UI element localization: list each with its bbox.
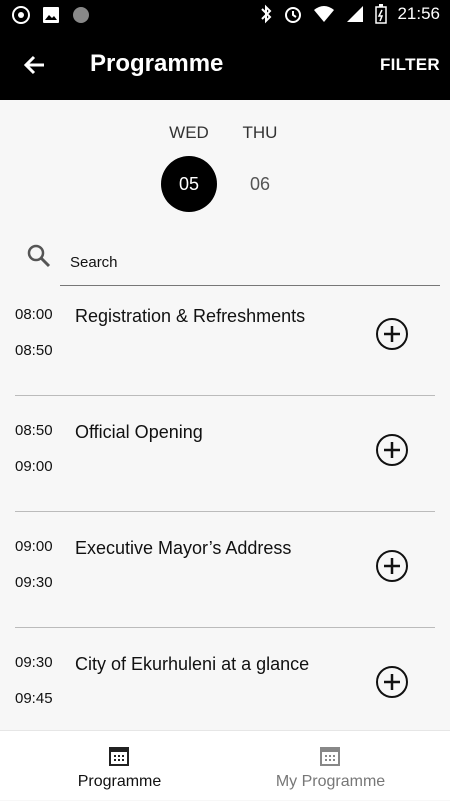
calendar-icon (109, 747, 129, 766)
chrome-icon (12, 6, 30, 24)
bottom-nav: Programme My Programme (0, 730, 450, 800)
session-title: Registration & Refreshments (75, 306, 306, 326)
add-circle-icon[interactable] (374, 664, 410, 700)
date-05-selected[interactable]: 05 (161, 156, 217, 212)
status-bar: 21:56 (0, 0, 450, 30)
session-end-time: 09:00 (15, 458, 53, 475)
nav-label-programme: Programme (77, 773, 162, 790)
session-end-time: 09:30 (15, 574, 53, 591)
session-start-time: 09:00 (15, 538, 53, 555)
session-start-time: 09:30 (15, 654, 53, 671)
add-circle-icon[interactable] (374, 548, 410, 584)
alarm-icon (285, 7, 302, 23)
session-title: Official Opening (75, 422, 203, 442)
weekday-thu: THU (242, 123, 278, 142)
session-start-time: 08:00 (15, 306, 53, 323)
session-title: City of Ekurhuleni at a glance (75, 654, 310, 674)
system-icons: 21:56 (259, 4, 440, 24)
notification-icons (12, 6, 90, 24)
add-circle-icon[interactable] (374, 432, 410, 468)
page-title: Programme (90, 50, 224, 77)
signal-icon (347, 6, 364, 22)
session-start-time: 08:50 (15, 422, 53, 439)
wifi-icon (314, 6, 335, 22)
divider (15, 627, 435, 628)
nav-label-my-programme: My Programme (275, 773, 386, 790)
bluetooth-icon (261, 4, 272, 24)
filter-button[interactable]: FILTER (380, 55, 440, 75)
image-icon (43, 7, 59, 23)
circle-icon (73, 7, 89, 23)
session-end-time: 08:50 (15, 342, 53, 359)
clock: 21:56 (397, 4, 440, 23)
session-title: Executive Mayor’s Address (75, 538, 292, 558)
nav-programme[interactable]: Programme (7, 731, 232, 801)
add-circle-icon[interactable] (374, 316, 410, 352)
divider (15, 395, 435, 396)
search-input[interactable] (60, 240, 440, 286)
calendar-icon (320, 747, 340, 766)
app-bar: Programme FILTER (0, 30, 450, 100)
nav-my-programme[interactable]: My Programme (218, 731, 443, 801)
battery-icon (375, 4, 388, 24)
session-end-time: 09:45 (15, 690, 53, 707)
date-06[interactable]: 06 (230, 156, 290, 212)
search-icon (27, 244, 51, 268)
back-arrow-icon[interactable] (20, 50, 50, 80)
weekday-wed: WED (169, 123, 209, 142)
divider (15, 511, 435, 512)
